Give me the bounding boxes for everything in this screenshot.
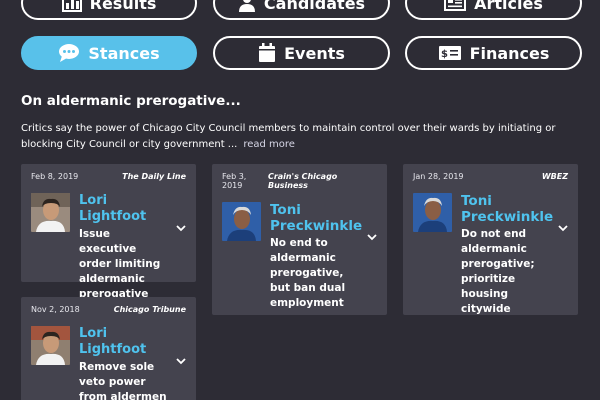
stance-date: Jan 28, 2019 — [413, 172, 464, 181]
stance-summary: Do not end aldermanic prerogative; prior… — [461, 228, 535, 315]
chevron-down-icon[interactable] — [558, 217, 568, 236]
newspaper-icon — [444, 0, 467, 11]
chevron-down-icon[interactable] — [367, 226, 377, 245]
speech-bubble-icon — [58, 43, 80, 63]
card-text: Lori Lightfoot Issue executive order lim… — [79, 193, 186, 302]
chevron-down-icon[interactable] — [176, 217, 186, 236]
tab-results[interactable]: Results — [21, 0, 197, 20]
card-body: Lori Lightfoot Remove sole veto power fr… — [31, 326, 186, 400]
tab-label: Finances — [469, 43, 550, 63]
stances-page: Results Candidates Articles Stances Even… — [0, 0, 600, 400]
candidate-name[interactable]: Toni Preckwinkle — [461, 193, 553, 225]
person-icon — [238, 0, 256, 12]
tab-label: Stances — [88, 43, 160, 63]
card-body: Lori Lightfoot Issue executive order lim… — [31, 193, 186, 302]
candidate-avatar — [31, 193, 70, 232]
tab-label: Results — [89, 0, 157, 13]
tab-events[interactable]: Events — [213, 36, 390, 70]
stance-summary: No end to aldermanic prerogative, but ba… — [270, 237, 346, 309]
card-meta: Nov 2, 2018 Chicago Tribune — [31, 305, 186, 314]
stance-source[interactable]: Crain's Chicago Business — [268, 172, 377, 190]
card-body: Toni Preckwinkle No end to aldermanic pr… — [222, 202, 377, 311]
stance-card[interactable]: Feb 3, 2019 Crain's Chicago Business Ton… — [212, 164, 387, 315]
tab-candidates[interactable]: Candidates — [213, 0, 390, 20]
stance-source[interactable]: The Daily Line — [122, 172, 186, 181]
tab-label: Candidates — [263, 0, 366, 13]
candidate-avatar — [222, 202, 261, 241]
card-meta: Jan 28, 2019 WBEZ — [413, 172, 568, 181]
calendar-icon — [258, 43, 276, 63]
card-body: Toni Preckwinkle Do not end aldermanic p… — [413, 193, 568, 317]
stance-summary: Issue executive order limiting aldermani… — [79, 228, 161, 300]
candidate-name[interactable]: Lori Lightfoot — [79, 326, 170, 358]
stance-date: Nov 2, 2018 — [31, 305, 80, 314]
bar-chart-icon — [61, 0, 82, 12]
candidate-avatar — [413, 193, 452, 232]
topic-heading: On aldermanic prerogative... — [21, 93, 241, 109]
stance-summary: Remove sole veto power from aldermen — [79, 361, 167, 400]
topic-description: Critics say the power of Chicago City Co… — [21, 121, 581, 153]
svg-text:$: $ — [441, 49, 448, 60]
card-meta: Feb 3, 2019 Crain's Chicago Business — [222, 172, 377, 190]
stance-source[interactable]: WBEZ — [542, 172, 568, 181]
stance-date: Feb 3, 2019 — [222, 172, 247, 190]
stance-card[interactable]: Nov 2, 2018 Chicago Tribune Lori Lightfo… — [21, 297, 196, 400]
tab-articles[interactable]: Articles — [405, 0, 582, 20]
stance-source[interactable]: Chicago Tribune — [114, 305, 186, 314]
candidate-avatar — [31, 326, 70, 365]
tab-stances[interactable]: Stances — [21, 36, 197, 70]
card-text: Toni Preckwinkle Do not end aldermanic p… — [461, 193, 569, 317]
candidate-name[interactable]: Lori Lightfoot — [79, 193, 170, 225]
tab-label: Articles — [474, 0, 543, 13]
tab-label: Events — [284, 43, 345, 63]
stance-date: Feb 8, 2019 — [31, 172, 79, 181]
card-text: Lori Lightfoot Remove sole veto power fr… — [79, 326, 186, 400]
candidate-name[interactable]: Toni Preckwinkle — [270, 202, 362, 234]
chevron-down-icon[interactable] — [176, 350, 186, 369]
card-text: Toni Preckwinkle No end to aldermanic pr… — [270, 202, 378, 311]
tab-finances[interactable]: $ Finances — [405, 36, 582, 70]
read-more-link[interactable]: read more — [243, 139, 295, 150]
card-meta: Feb 8, 2019 The Daily Line — [31, 172, 186, 181]
stance-card[interactable]: Feb 8, 2019 The Daily Line Lori Lightfoo… — [21, 164, 196, 300]
dollar-bill-icon: $ — [438, 45, 462, 61]
stance-card[interactable]: Jan 28, 2019 WBEZ Toni Preckwinkle Do no… — [403, 164, 578, 315]
